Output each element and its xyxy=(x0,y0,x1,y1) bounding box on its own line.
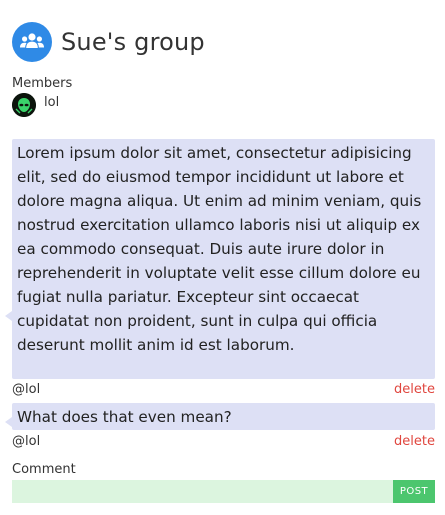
message-text: Lorem ipsum dolor sit amet, consectetur … xyxy=(17,144,422,354)
alien-avatar-icon xyxy=(12,93,36,117)
members-label: Members xyxy=(12,76,73,91)
post-button[interactable]: POST xyxy=(393,480,435,503)
comment-input[interactable] xyxy=(12,480,393,503)
group-title: Sue's group xyxy=(61,28,205,56)
member-item[interactable]: lol xyxy=(12,93,59,117)
comment-form: POST xyxy=(12,480,435,503)
message-bubble: Lorem ipsum dolor sit amet, consectetur … xyxy=(5,139,435,379)
group-icon xyxy=(12,22,52,62)
delete-message-link[interactable]: delete xyxy=(394,434,435,449)
message-bubble: What does that even mean? xyxy=(5,403,435,430)
message-author[interactable]: @lol xyxy=(12,434,40,449)
group-header: Sue's group xyxy=(12,22,205,62)
message-meta: @lol delete xyxy=(12,434,435,449)
comment-label: Comment xyxy=(12,462,76,477)
message-text: What does that even mean? xyxy=(17,408,232,426)
message-author[interactable]: @lol xyxy=(12,382,40,397)
delete-message-link[interactable]: delete xyxy=(394,382,435,397)
member-name: lol xyxy=(44,95,60,110)
message-meta: @lol delete xyxy=(12,382,435,397)
